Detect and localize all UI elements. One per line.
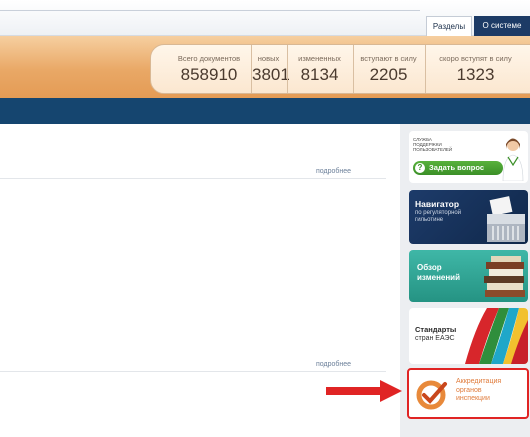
ask-question-button[interactable]: ? Задать вопрос bbox=[413, 161, 503, 175]
accreditation-line-3: инспекции bbox=[456, 395, 490, 402]
support-banner[interactable]: СЛУЖБА ПОДДЕРЖКИ ПОЛЬЗОВАТЕЛЕЙ ? Задать … bbox=[409, 131, 528, 183]
divider-2 bbox=[0, 371, 386, 372]
stat-new[interactable]: новых 3801 bbox=[251, 45, 290, 93]
divider-1 bbox=[0, 178, 386, 179]
accreditation-line-1: Аккредитация bbox=[456, 378, 502, 385]
top-divider bbox=[0, 10, 420, 11]
stat-effective-value: 2205 bbox=[369, 65, 408, 84]
changes-review-banner[interactable]: Обзор изменений bbox=[409, 250, 528, 302]
stat-effective[interactable]: вступают в силу 2205 bbox=[353, 45, 423, 93]
books-icon bbox=[484, 256, 525, 297]
ask-question-label: Задать вопрос bbox=[429, 163, 485, 172]
document-stats-panel: Всего документов 858910 новых 3801 измен… bbox=[150, 44, 530, 94]
question-icon: ? bbox=[415, 163, 425, 173]
stat-new-value: 3801 bbox=[252, 65, 290, 84]
support-agent-icon bbox=[502, 138, 524, 181]
stat-new-label: новых bbox=[257, 54, 280, 63]
more-link-1[interactable]: подробнее bbox=[316, 168, 351, 175]
stat-changed[interactable]: измененных 8134 bbox=[287, 45, 351, 93]
stat-changed-value: 8134 bbox=[300, 65, 339, 84]
standards-subtitle: стран ЕАЭС bbox=[415, 335, 455, 342]
stat-total-value: 858910 bbox=[180, 65, 238, 84]
stat-upcoming[interactable]: скоро вступят в силу 1323 bbox=[425, 45, 525, 93]
stat-changed-label: измененных bbox=[298, 54, 341, 63]
top-bar: Разделы О системе bbox=[0, 0, 530, 36]
red-arrow-icon bbox=[326, 380, 402, 402]
stat-total[interactable]: Всего документов 858910 bbox=[169, 45, 249, 93]
stat-effective-label: вступают в силу bbox=[360, 54, 417, 63]
tab-sections[interactable]: Разделы bbox=[426, 16, 472, 36]
more-link-2[interactable]: подробнее bbox=[316, 361, 351, 368]
navigator-banner[interactable]: Навигатор по регуляторной гильотине bbox=[409, 190, 528, 244]
stat-upcoming-value: 1323 bbox=[456, 65, 495, 84]
accreditation-banner[interactable]: Аккредитация органов инспекции bbox=[407, 368, 529, 419]
tab-about-system[interactable]: О системе bbox=[474, 16, 530, 36]
navigation-band bbox=[0, 98, 530, 124]
support-caption: СЛУЖБА ПОДДЕРЖКИ ПОЛЬЗОВАТЕЛЕЙ bbox=[413, 137, 453, 152]
stat-total-label: Всего документов bbox=[177, 54, 241, 63]
eaeu-standards-banner[interactable]: Стандарты стран ЕАЭС bbox=[409, 308, 528, 364]
standards-title: Стандарты bbox=[415, 325, 457, 334]
accreditation-text: Аккредитация органов инспекции bbox=[456, 378, 501, 404]
navigator-title: Навигатор bbox=[415, 199, 460, 209]
flags-icon bbox=[465, 308, 528, 364]
accreditation-check-icon bbox=[416, 380, 447, 410]
review-title: Обзор изменений bbox=[417, 263, 461, 282]
accreditation-line-2: органов bbox=[456, 386, 482, 394]
navigator-subtitle: по регуляторной гильотине bbox=[415, 210, 462, 223]
shredder-icon bbox=[487, 196, 525, 242]
stat-upcoming-label: скоро вступят в силу bbox=[439, 54, 512, 63]
